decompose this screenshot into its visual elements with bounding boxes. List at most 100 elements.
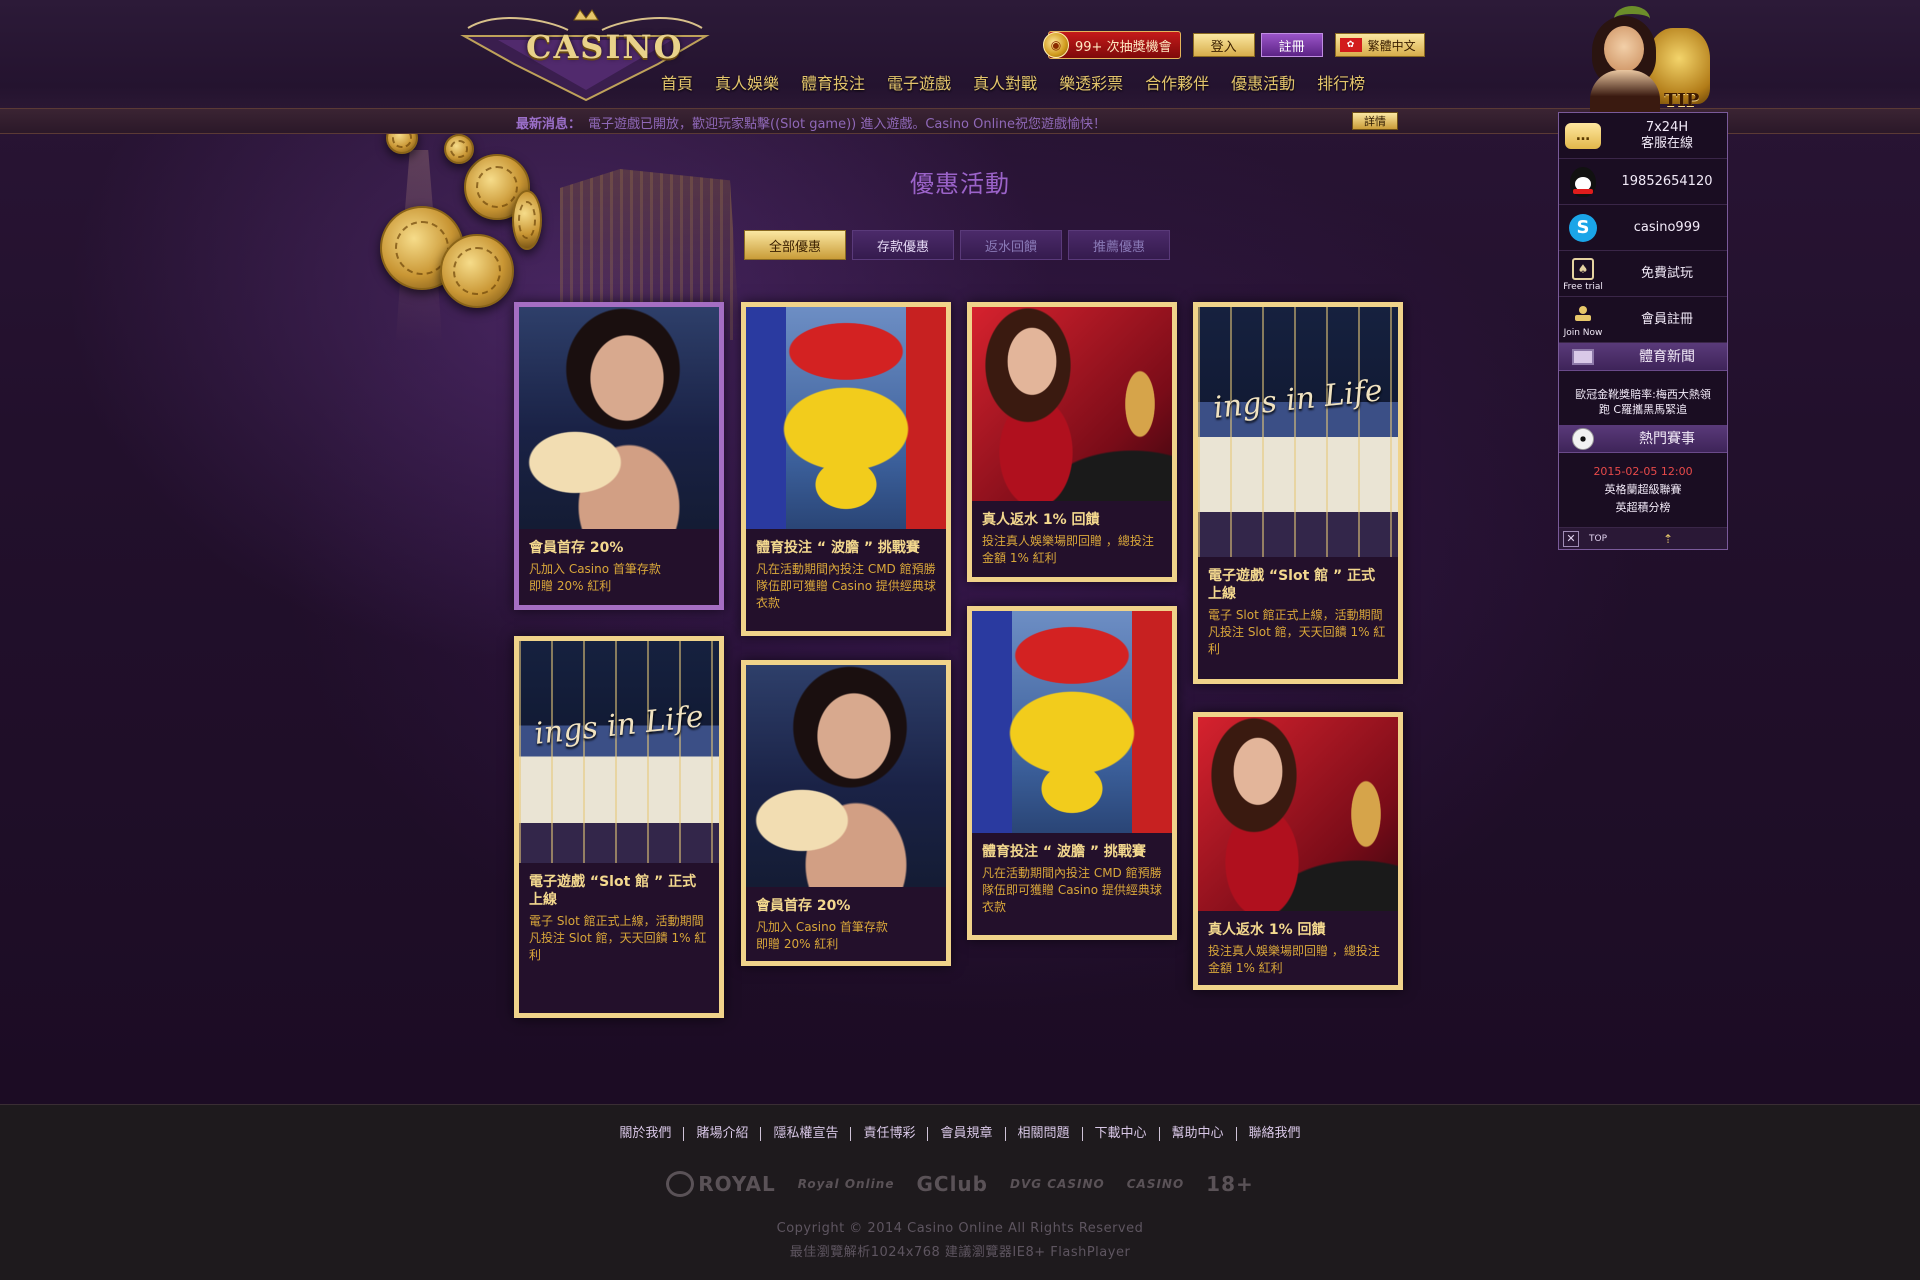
promo-card[interactable]: 體育投注 “ 波膽 ” 挑戰賽 凡在活動期間內投注 CMD 館預勝隊伍即可獲贈 … — [967, 606, 1177, 940]
promo-card[interactable]: 會員首存 20% 凡加入 Casino 首筆存款 即贈 20% 紅利 — [741, 660, 951, 966]
footer-link-casino-intro[interactable]: 賭場介紹 — [684, 1127, 762, 1141]
promo-image — [519, 307, 719, 529]
stamp-icon — [1573, 305, 1593, 324]
promo-description: 凡在活動期間內投注 CMD 館預勝隊伍即可獲贈 Casino 提供經典球衣款 — [756, 562, 936, 610]
promo-card[interactable]: ings in Life 電子遊戲 “Slot 館 ” 正式上線 電子 Slot… — [514, 636, 724, 1018]
footer-link-contact[interactable]: 聯絡我們 — [1237, 1127, 1313, 1141]
nav-electronic-games[interactable]: 電子遊戲 — [876, 70, 962, 94]
promo-title: 會員首存 20% — [529, 540, 624, 556]
lottery-chances-button[interactable]: ◉ 99+ 次抽獎機會 — [1043, 31, 1181, 59]
coin-icon: ◉ — [1043, 32, 1069, 58]
mascot-body — [1590, 70, 1660, 114]
footer-link-responsible-gaming[interactable]: 責任博彩 — [851, 1127, 929, 1141]
free-trial-caption: Free trial — [1563, 281, 1603, 292]
promo-card[interactable]: ings in Life 電子遊戲 “Slot 館 ” 正式上線 電子 Slot… — [1193, 302, 1403, 684]
match-name[interactable]: 英超積分榜 — [1559, 499, 1727, 516]
login-button[interactable]: 登入 — [1192, 33, 1255, 57]
age-restriction-badge: 18+ — [1206, 1172, 1254, 1196]
partner-royal-online-logo: Royal Online — [797, 1177, 895, 1191]
arrow-up-icon[interactable]: ⇡ — [1663, 532, 1673, 546]
page-title: 優惠活動 — [910, 170, 1010, 198]
widget-bottom-bar: ✕ TOP ⇡ — [1559, 527, 1727, 549]
promo-description: 投注真人娛樂場即回贈 ，總投注金額 1% 紅利 — [1208, 944, 1380, 975]
promo-card[interactable]: 真人返水 1% 回饋 投注真人娛樂場即回贈 ，總投注金額 1% 紅利 — [1193, 712, 1403, 990]
promo-image — [972, 611, 1172, 833]
tab-referral-promotions[interactable]: 推薦優惠 — [1068, 230, 1170, 260]
tab-deposit-promotions[interactable]: 存款優惠 — [852, 230, 954, 260]
best-view-notice: 最佳瀏覽解析1024x768 建議瀏覽器IE8+ FlashPlayer — [789, 1245, 1131, 1260]
promo-title: 真人返水 1% 回饋 — [982, 512, 1100, 528]
chat-bubble-icon: … — [1565, 122, 1601, 149]
ticker-label: 最新消息： — [516, 117, 582, 132]
hong-kong-flag-icon: ✿ — [1339, 38, 1362, 52]
promo-title: 電子遊戲 “Slot 館 ” 正式上線 — [1208, 568, 1376, 602]
tip-label: TIP — [1664, 90, 1700, 111]
nav-live-casino[interactable]: 真人娛樂 — [704, 70, 790, 94]
gold-coin-decoration — [512, 190, 542, 250]
promo-image — [746, 307, 946, 529]
nav-leaderboard[interactable]: 排行榜 — [1306, 70, 1376, 94]
promo-title: 會員首存 20% — [756, 898, 851, 914]
nav-partners[interactable]: 合作夥伴 — [1134, 70, 1220, 94]
partner-logos: ROYAL Royal Online GClub DVG CASINO CASI… — [0, 1171, 1920, 1197]
partner-gclub-logo: GClub — [916, 1172, 988, 1196]
footer-link-download[interactable]: 下載中心 — [1083, 1127, 1160, 1141]
promo-description: 凡加入 Casino 首筆存款 即贈 20% 紅利 — [529, 562, 661, 593]
nav-lottery[interactable]: 樂透彩票 — [1048, 70, 1134, 94]
back-to-top-label[interactable]: TOP — [1589, 534, 1607, 544]
footer-link-about[interactable]: 關於我們 — [607, 1127, 685, 1141]
nav-home[interactable]: 首頁 — [650, 70, 704, 94]
promo-card[interactable]: 真人返水 1% 回饋 投注真人娛樂場即回贈 ，總投注金額 1% 紅利 — [967, 302, 1177, 582]
language-selector[interactable]: ✿ 繁體中文 — [1334, 33, 1425, 57]
nav-live-battle[interactable]: 真人對戰 — [962, 70, 1048, 94]
skype-icon: S — [1569, 213, 1597, 242]
skype-id: casino999 — [1633, 219, 1701, 235]
promo-card[interactable]: 體育投注 “ 波膽 ” 挑戰賽 凡在活動期間內投注 CMD 館預勝隊伍即可獲贈 … — [741, 302, 951, 636]
footer-link-help[interactable]: 幫助中心 — [1160, 1127, 1237, 1141]
top-actions: ◉ 99+ 次抽獎機會 登入 註冊 ✿ 繁體中文 — [1043, 30, 1425, 60]
promo-description: 電子 Slot 館正式上線，活動期間凡投注 Slot 館，天天回饋 1% 紅利 — [1208, 608, 1386, 656]
partner-dvg-casino-logo: DVG CASINO — [1009, 1177, 1105, 1191]
nav-promotions[interactable]: 優惠活動 — [1220, 70, 1306, 94]
join-now-row[interactable]: Join Now 會員註冊 — [1559, 297, 1727, 343]
language-label: 繁體中文 — [1367, 38, 1416, 53]
free-trial-row[interactable]: ♠ Free trial 免費試玩 — [1559, 251, 1727, 297]
playing-card-icon: ♠ — [1572, 257, 1594, 280]
royal-emblem-icon — [666, 1171, 695, 1197]
ticker-details-button[interactable]: 詳情 — [1352, 112, 1398, 130]
footer-link-privacy[interactable]: 隱私權宣告 — [761, 1127, 852, 1141]
sports-news-header[interactable]: 體育新聞 — [1559, 343, 1727, 371]
match-league[interactable]: 英格蘭超級聯賽 — [1559, 481, 1727, 498]
promo-title: 真人返水 1% 回饋 — [1208, 922, 1326, 938]
footer-link-faq[interactable]: 相關問題 — [1006, 1127, 1083, 1141]
qq-contact-row[interactable]: 19852654120 — [1559, 159, 1727, 205]
tip-mascot[interactable]: TIP — [1570, 6, 1720, 114]
footer-links: 關於我們 賭場介紹 隱私權宣告 責任博彩 會員規章 相關問題 下載中心 幫助中心… — [0, 1127, 1920, 1141]
promo-description: 凡加入 Casino 首筆存款 即贈 20% 紅利 — [756, 920, 888, 951]
promo-filter-tabs: 全部優惠 存款優惠 返水回饋 推薦優惠 — [744, 230, 1170, 260]
nav-sports-betting[interactable]: 體育投注 — [790, 70, 876, 94]
promo-title: 體育投注 “ 波膽 ” 挑戰賽 — [756, 540, 920, 556]
join-now-caption: Join Now — [1563, 327, 1603, 338]
tab-all-promotions[interactable]: 全部優惠 — [744, 230, 846, 260]
promo-card[interactable]: 會員首存 20% 凡加入 Casino 首筆存款 即贈 20% 紅利 — [514, 302, 724, 610]
main-nav: 首頁 真人娛樂 體育投注 電子遊戲 真人對戰 樂透彩票 合作夥伴 優惠活動 排行… — [650, 70, 1376, 94]
live-support-row[interactable]: … 7x24H 客服在線 — [1559, 113, 1727, 159]
tab-rebate-promotions[interactable]: 返水回饋 — [960, 230, 1062, 260]
hot-matches-header[interactable]: 熱門賽事 — [1559, 425, 1727, 453]
free-trial-label: 免費試玩 — [1640, 265, 1693, 281]
slot-image-caption: ings in Life — [1211, 373, 1385, 426]
sports-news-text[interactable]: 歐冠金靴獎賠率:梅西大熱領跑 C羅攜黑馬緊追 — [1559, 387, 1727, 417]
ticker-message[interactable]: 電子遊戲已開放，歡迎玩家點擊((Slot game)) 進入遊戲。Casino … — [588, 113, 1106, 132]
close-icon[interactable]: ✕ — [1563, 530, 1579, 547]
promo-image: ings in Life — [1198, 307, 1398, 557]
register-button[interactable]: 註冊 — [1260, 33, 1323, 57]
newspaper-icon — [1572, 348, 1594, 365]
lottery-chances-label: 99+ 次抽獎機會 — [1075, 39, 1172, 55]
skype-contact-row[interactable]: S casino999 — [1559, 205, 1727, 251]
promo-title: 電子遊戲 “Slot 館 ” 正式上線 — [529, 874, 697, 908]
partner-casino-logo: CASINO — [1126, 1177, 1185, 1191]
footer-link-member-rules[interactable]: 會員規章 — [928, 1127, 1006, 1141]
service-label: 客服在線 — [1640, 135, 1693, 151]
service-hours: 7x24H — [1645, 119, 1689, 135]
